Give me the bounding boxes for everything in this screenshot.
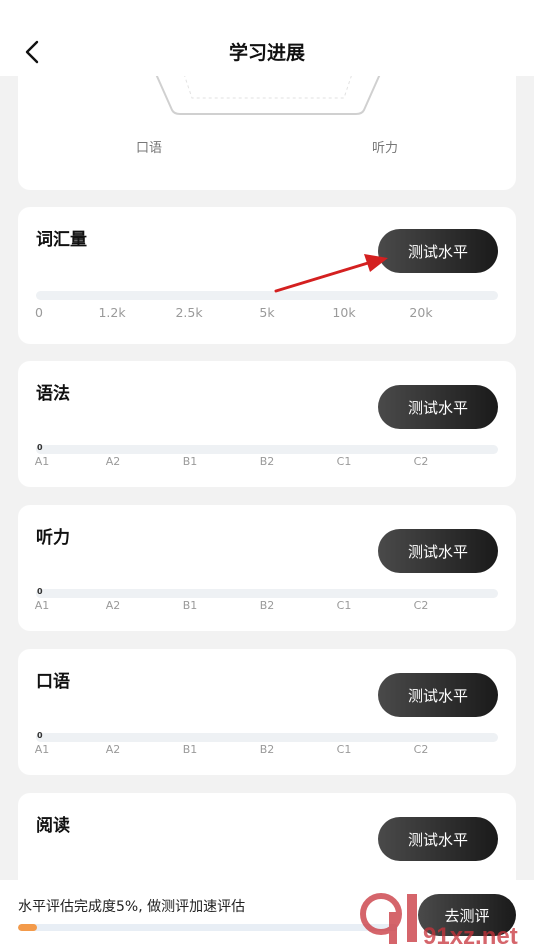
radar-card: 口语 听力 (18, 60, 516, 190)
speaking-card: 口语 测试水平 0 A1 A2 B1 B2 C1 C2 (18, 649, 516, 775)
radar-label-listening: 听力 (372, 141, 399, 156)
vocabulary-card: 词汇量 测试水平 0 1.2k 2.5k 5k 10k 20k (18, 207, 516, 344)
tick-label: 0 (35, 305, 43, 320)
tick-label: 2.5k (175, 305, 203, 320)
skill-title: 语法 (36, 384, 70, 404)
listening-card: 听力 测试水平 0 A1 A2 B1 B2 C1 C2 (18, 505, 516, 631)
assessment-progress-text: 水平评估完成度5%, 做测评加速评估 (18, 899, 246, 915)
tick-label: B1 (182, 455, 198, 468)
tick-label: C1 (336, 743, 352, 756)
test-level-button[interactable]: 测试水平 (378, 529, 498, 573)
tick-label: A1 (34, 455, 50, 468)
test-level-button[interactable]: 测试水平 (378, 673, 498, 717)
bottom-progress-bar: 水平评估完成度5%, 做测评加速评估 去测评 (0, 880, 534, 950)
assessment-progress-track (18, 924, 398, 931)
level-value: 0 (37, 587, 43, 596)
skill-title: 口语 (36, 672, 70, 692)
page-title: 学习进展 (228, 42, 305, 64)
radar-label-speaking: 口语 (136, 141, 163, 156)
top-bar: 学习进展 (0, 0, 534, 76)
tick-label: C2 (413, 455, 429, 468)
tick-label: C1 (336, 599, 352, 612)
go-test-button[interactable]: 去测评 (418, 894, 516, 936)
tick-label: B1 (182, 743, 198, 756)
tick-label: A2 (105, 599, 121, 612)
tick-label: 1.2k (98, 305, 126, 320)
tick-label: 20k (409, 305, 433, 320)
tick-label: C2 (413, 599, 429, 612)
vocabulary-progress-track (36, 291, 498, 300)
tick-label: 10k (332, 305, 356, 320)
tick-label: A2 (105, 743, 121, 756)
tick-label: B2 (259, 743, 275, 756)
level-value: 0 (37, 731, 43, 740)
skill-title: 词汇量 (36, 230, 87, 250)
tick-label: A2 (105, 455, 121, 468)
grammar-card: 语法 测试水平 0 A1 A2 B1 B2 C1 C2 (18, 361, 516, 487)
test-level-button[interactable]: 测试水平 (378, 385, 498, 429)
skill-title: 听力 (36, 528, 70, 548)
grammar-progress-track (36, 445, 498, 454)
tick-label: B1 (182, 599, 198, 612)
test-level-button[interactable]: 测试水平 (378, 229, 498, 273)
skill-title: 阅读 (36, 816, 70, 836)
tick-label: B2 (259, 455, 275, 468)
listening-progress-track (36, 589, 498, 598)
assessment-progress-fill (18, 924, 37, 931)
tick-label: C2 (413, 743, 429, 756)
tick-label: B2 (259, 599, 275, 612)
tick-label: 5k (259, 305, 275, 320)
level-value: 0 (37, 443, 43, 452)
tick-label: A1 (34, 743, 50, 756)
tick-label: A1 (34, 599, 50, 612)
tick-label: C1 (336, 455, 352, 468)
speaking-progress-track (36, 733, 498, 742)
test-level-button[interactable]: 测试水平 (378, 817, 498, 861)
radar-chart-shape (155, 73, 381, 115)
